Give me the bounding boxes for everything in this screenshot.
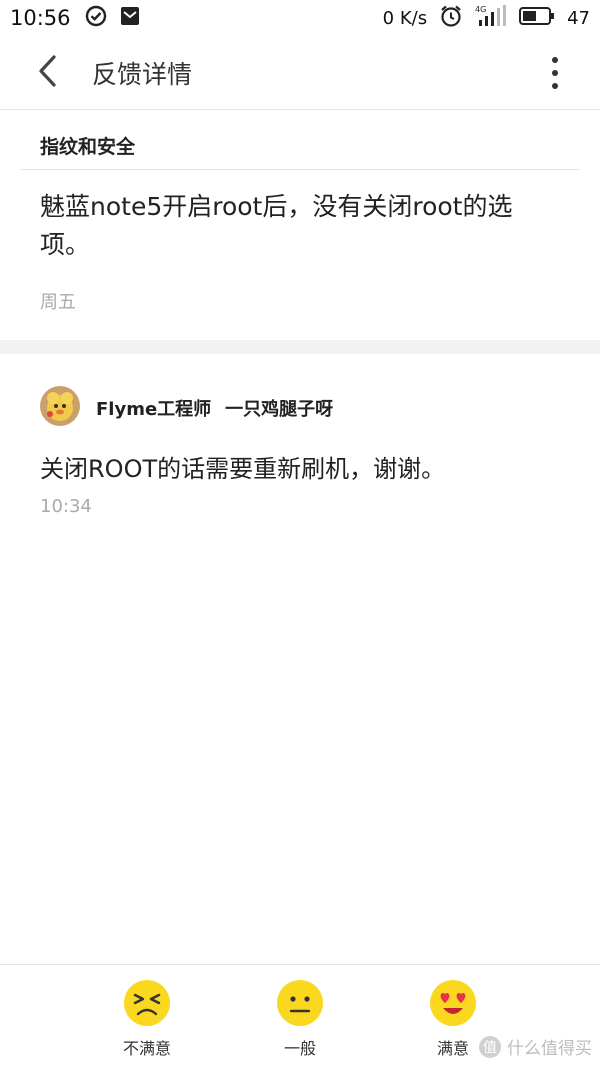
reply-author-line: Flyme工程师 一只鸡腿子呀 [96, 395, 333, 421]
section-separator [0, 340, 600, 354]
feedback-category: 指纹和安全 [40, 136, 136, 158]
battery-icon [519, 6, 555, 30]
watermark-text: 什么值得买 [507, 1039, 592, 1059]
neutral-face-icon [276, 979, 324, 1027]
chevron-left-icon [36, 54, 58, 92]
alarm-icon [439, 4, 463, 32]
feedback-content: 魅蓝note5开启root后，没有关闭root的选项。 [40, 192, 513, 259]
more-dot [552, 83, 558, 89]
signal-icon: 4G [475, 4, 507, 32]
rating-label: 满意 [436, 1039, 469, 1058]
status-bar: 10:56 0 K/s 4G 47 [0, 0, 600, 36]
reply-nickname: 一只鸡腿子呀 [225, 399, 334, 420]
back-button[interactable] [12, 36, 82, 110]
watermark-logo: 值 [479, 1035, 501, 1058]
rating-neutral-button[interactable]: 一般 [250, 979, 350, 1059]
divider [20, 169, 580, 170]
reply-time: 10:34 [40, 496, 92, 517]
reply-content: 关闭ROOT的话需要重新刷机，谢谢。 [40, 455, 446, 483]
check-circle-icon [85, 5, 107, 31]
network-speed: 0 K/s [382, 7, 428, 29]
watermark: 值 什么值得买 [479, 1034, 592, 1059]
more-options-button[interactable] [540, 54, 570, 92]
feedback-date: 周五 [40, 292, 76, 313]
more-dot [552, 70, 558, 76]
page-title: 反馈详情 [92, 59, 193, 89]
reply-author: Flyme工程师 [96, 399, 212, 420]
rating-unsatisfied-button[interactable]: 不满意 [97, 979, 197, 1059]
satisfied-face-icon [429, 979, 477, 1027]
rating-label: 不满意 [122, 1039, 171, 1058]
mail-icon [119, 5, 141, 31]
app-header: 反馈详情 [0, 36, 600, 110]
battery-level: 47 [567, 7, 590, 29]
more-dot [552, 57, 558, 63]
network-type-label: 4G [475, 5, 486, 14]
avatar [40, 386, 80, 426]
status-time: 10:56 [10, 6, 71, 30]
unsatisfied-face-icon [123, 979, 171, 1027]
rating-label: 一般 [283, 1039, 316, 1058]
